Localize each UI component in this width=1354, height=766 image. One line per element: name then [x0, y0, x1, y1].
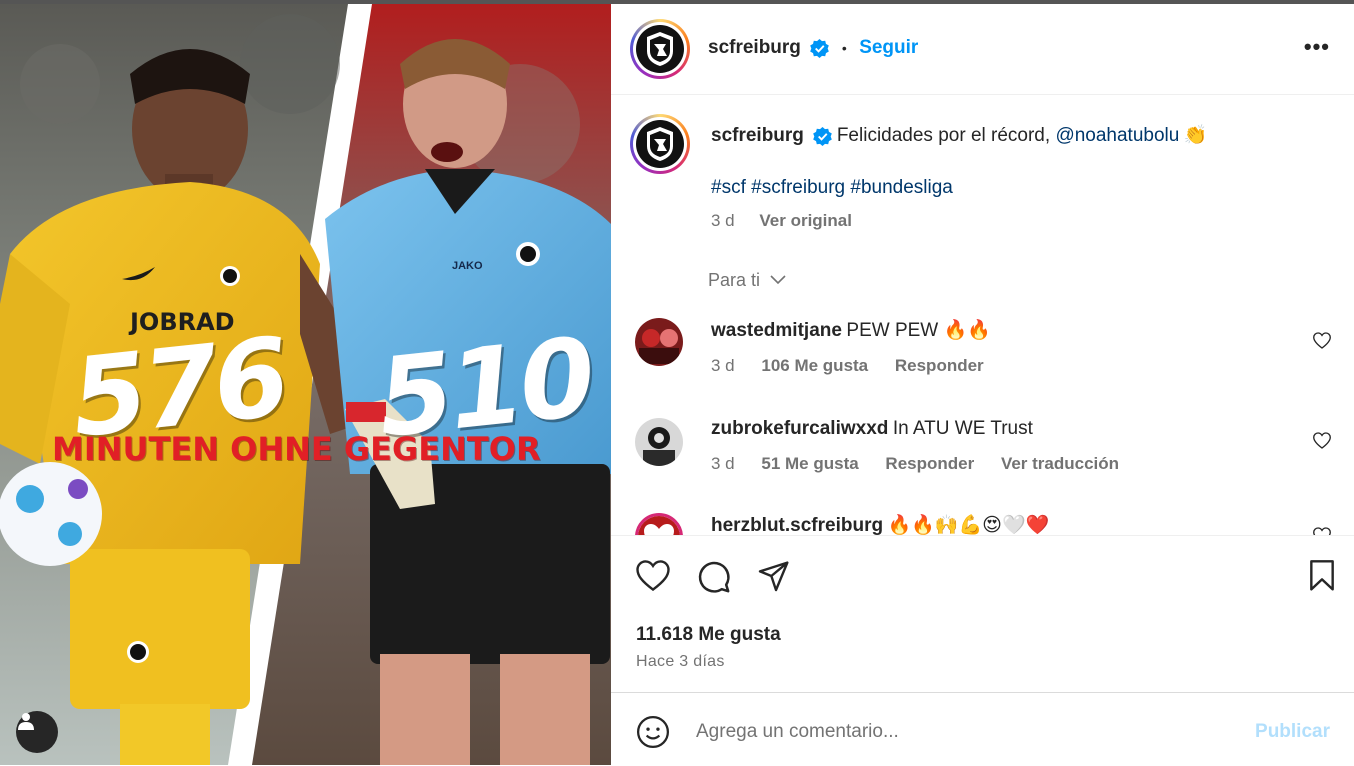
- comment-likes[interactable]: 51 Me gusta: [761, 454, 858, 473]
- comment-filter-label: Para ti: [708, 270, 761, 290]
- comment-bubble-icon[interactable]: [697, 560, 731, 594]
- comment-meta: 3 d 51 Me gusta Responder Ver traducción: [711, 454, 1301, 474]
- comment-body: herzblut.scfreiburg 🔥🔥🙌💪😍🤍❤️: [711, 513, 1301, 535]
- comment-text: 🔥🔥🙌💪😍🤍❤️: [887, 515, 1050, 535]
- like-heart-icon[interactable]: [636, 560, 670, 591]
- comment-item: zubrokefurcaliwxxd In ATU WE Trust 3 d 5…: [635, 418, 1335, 498]
- tagged-users-button[interactable]: [16, 711, 58, 753]
- verified-badge-icon: [810, 39, 830, 59]
- post-header: scfreiburg • Seguir •••: [611, 4, 1354, 95]
- emoji-picker-icon[interactable]: [636, 715, 670, 749]
- caption-time[interactable]: 3 d: [711, 211, 735, 230]
- comment-time[interactable]: 3 d: [711, 454, 735, 473]
- commenter-avatar[interactable]: [635, 418, 683, 466]
- caption-author-avatar[interactable]: [630, 114, 690, 174]
- like-comment-heart-icon[interactable]: [1313, 332, 1331, 349]
- commenter-username[interactable]: herzblut.scfreiburg: [711, 515, 883, 535]
- post-actions: 11.618 Me gusta Hace 3 días: [611, 535, 1354, 696]
- caption-username[interactable]: scfreiburg: [711, 125, 804, 146]
- share-send-icon[interactable]: [757, 560, 791, 592]
- commenter-avatar[interactable]: [635, 318, 683, 366]
- chevron-down-icon: [770, 275, 786, 285]
- person-icon: [18, 713, 34, 730]
- see-translation-button[interactable]: Ver traducción: [1001, 454, 1119, 473]
- caption: scfreiburg Felicidades por el récord, @n…: [711, 123, 1331, 231]
- reply-button[interactable]: Responder: [885, 454, 974, 473]
- commenter-avatar[interactable]: [635, 513, 683, 535]
- commenter-avatar-image: [635, 418, 683, 466]
- caption-meta: 3 d Ver original: [711, 211, 1331, 231]
- more-options-icon: •••: [1303, 34, 1330, 59]
- comment-body: wastedmitjane PEW PEW 🔥🔥 3 d 106 Me gust…: [711, 318, 1301, 376]
- post-sidebar: scfreiburg • Seguir ••• scfreiburg Felic…: [611, 4, 1354, 765]
- clap-emoji: 👏: [1183, 125, 1208, 146]
- follow-button[interactable]: Seguir: [859, 37, 918, 58]
- caption-mention-link[interactable]: @noahatubolu: [1055, 125, 1179, 146]
- save-bookmark-icon[interactable]: [1308, 560, 1336, 592]
- like-count[interactable]: 11.618 Me gusta: [636, 624, 781, 646]
- separator-dot: •: [841, 40, 847, 56]
- kit-brand-logo: JAKO: [452, 260, 483, 272]
- see-original-button[interactable]: Ver original: [759, 211, 852, 230]
- comment-meta: 3 d 106 Me gusta Responder: [711, 356, 1301, 376]
- scf-crest-icon: [647, 127, 673, 161]
- comment-item: herzblut.scfreiburg 🔥🔥🙌💪😍🤍❤️: [635, 513, 1335, 535]
- comment-text: In ATU WE Trust: [892, 418, 1033, 439]
- add-comment-bar: Agrega un comentario... Publicar: [611, 692, 1354, 766]
- comment-body: zubrokefurcaliwxxd In ATU WE Trust 3 d 5…: [711, 418, 1301, 474]
- post-image[interactable]: JOBRAD JAKO 576 510 MINUTEN OHNE GEGENTO…: [0, 4, 611, 765]
- comment-input[interactable]: Agrega un comentario...: [696, 721, 899, 743]
- comment-item: wastedmitjane PEW PEW 🔥🔥 3 d 106 Me gust…: [635, 318, 1335, 398]
- author-avatar[interactable]: [630, 19, 690, 79]
- caption-hashtags[interactable]: #scf #scfreiburg #bundesliga: [711, 177, 1331, 199]
- author-username[interactable]: scfreiburg: [708, 37, 801, 58]
- commenter-username[interactable]: wastedmitjane: [711, 320, 842, 341]
- publish-button[interactable]: Publicar: [1255, 721, 1330, 743]
- commenter-avatar-image: [635, 318, 683, 366]
- commenter-avatar-image: [638, 516, 680, 535]
- verified-badge-icon: [813, 127, 833, 147]
- post-date[interactable]: Hace 3 días: [636, 653, 725, 671]
- stat-banner: MINUTEN OHNE GEGENTOR: [52, 430, 541, 468]
- commenter-username[interactable]: zubrokefurcaliwxxd: [711, 418, 888, 439]
- like-comment-heart-icon[interactable]: [1313, 432, 1331, 449]
- comments-scroll-area[interactable]: scfreiburg Felicidades por el récord, @n…: [611, 95, 1354, 535]
- scf-crest-icon: [647, 32, 673, 66]
- reply-button[interactable]: Responder: [895, 356, 984, 375]
- comment-text: PEW PEW 🔥🔥: [846, 320, 991, 341]
- caption-text: Felicidades por el récord,: [836, 125, 1056, 146]
- like-comment-heart-icon[interactable]: [1313, 527, 1331, 535]
- comment-likes[interactable]: 106 Me gusta: [761, 356, 868, 375]
- header-author-line: scfreiburg • Seguir: [708, 37, 918, 59]
- comment-filter-dropdown[interactable]: Para ti: [708, 270, 787, 291]
- more-options-button[interactable]: •••: [1304, 34, 1330, 60]
- comment-time[interactable]: 3 d: [711, 356, 735, 375]
